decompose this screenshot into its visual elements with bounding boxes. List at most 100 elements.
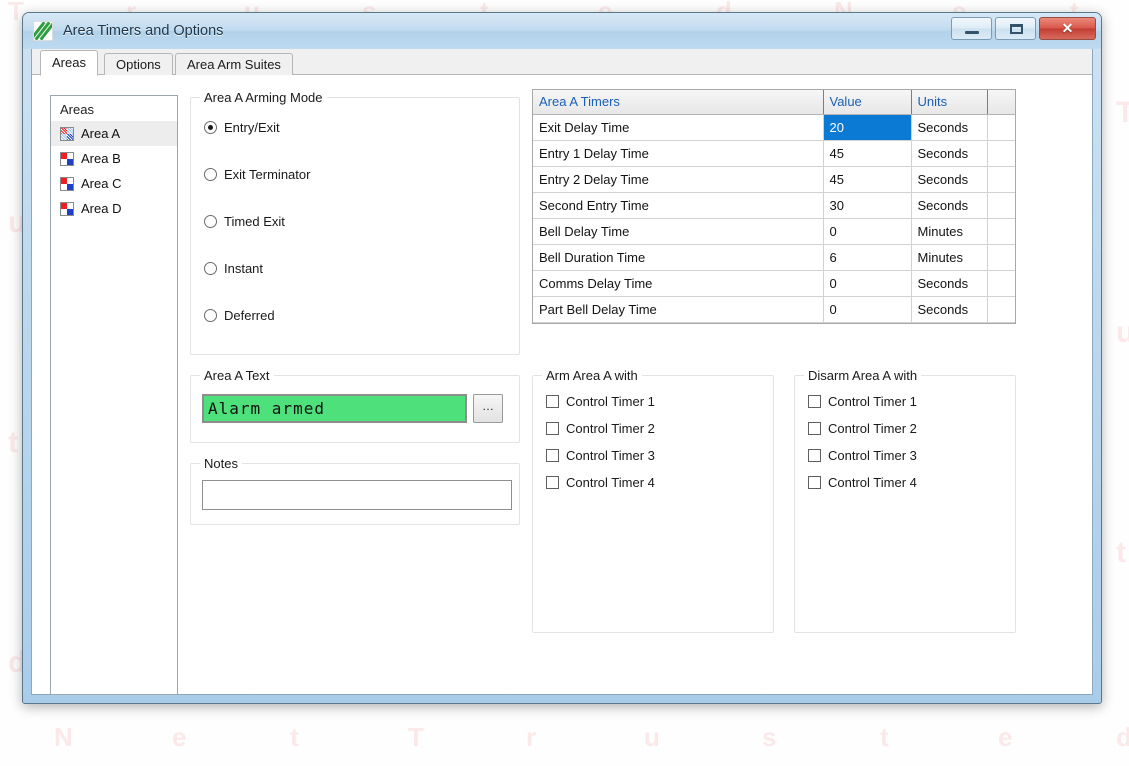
checkbox-label: Control Timer 3 [828, 448, 917, 463]
minimize-icon [965, 31, 979, 34]
table-row[interactable]: Second Entry Time 30 Seconds [533, 192, 1015, 218]
table-row[interactable]: Entry 1 Delay Time 45 Seconds [533, 140, 1015, 166]
radio-button-icon [204, 215, 217, 228]
tab-strip: Areas Options Area Arm Suites [32, 49, 1092, 75]
radio-label: Deferred [224, 308, 275, 323]
checkbox-arm-control-timer-4[interactable]: Control Timer 4 [546, 475, 655, 490]
arm-with-group: Arm Area A with Control Timer 1 Control … [532, 375, 774, 633]
checkbox-disarm-control-timer-3[interactable]: Control Timer 3 [808, 448, 917, 463]
maximize-icon [1010, 24, 1023, 34]
table-row[interactable]: Bell Duration Time 6 Minutes [533, 244, 1015, 270]
radio-entry-exit[interactable]: Entry/Exit [204, 120, 280, 135]
area-text-title: Area A Text [200, 368, 274, 383]
tab-area-arm-suites[interactable]: Area Arm Suites [175, 53, 293, 76]
radio-instant[interactable]: Instant [204, 261, 263, 276]
cell-timer-units: Minutes [911, 244, 987, 270]
table-row[interactable]: Entry 2 Delay Time 45 Seconds [533, 166, 1015, 192]
cell-timer-value[interactable]: 6 [823, 244, 911, 270]
column-header-units[interactable]: Units [911, 90, 987, 114]
radio-button-icon [204, 168, 217, 181]
cell-timer-value[interactable]: 45 [823, 140, 911, 166]
table-row[interactable]: Exit Delay Time 20 Seconds [533, 114, 1015, 140]
close-button[interactable]: ✕ [1039, 17, 1096, 40]
cell-spacer [987, 140, 1015, 166]
checkbox-label: Control Timer 4 [566, 475, 655, 490]
background-watermark: N [54, 722, 75, 753]
tab-page-areas: Areas Area A Area B Area C Area D [32, 75, 1092, 694]
cell-spacer [987, 270, 1015, 296]
list-item-area-c[interactable]: Area C [51, 171, 177, 196]
cell-timer-name: Entry 2 Delay Time [533, 166, 823, 192]
title-bar: Area Timers and Options ✕ [23, 13, 1101, 49]
table-row[interactable]: Bell Delay Time 0 Minutes [533, 218, 1015, 244]
radio-label: Instant [224, 261, 263, 276]
client-area: Areas Options Area Arm Suites Areas Area… [31, 49, 1093, 695]
area-text-input[interactable]: Alarm armed [202, 394, 467, 423]
cell-timer-value[interactable]: 30 [823, 192, 911, 218]
radio-timed-exit[interactable]: Timed Exit [204, 214, 285, 229]
arming-mode-group: Area A Arming Mode Entry/Exit Exit Termi… [190, 97, 520, 355]
checkbox-disarm-control-timer-2[interactable]: Control Timer 2 [808, 421, 917, 436]
radio-exit-terminator[interactable]: Exit Terminator [204, 167, 310, 182]
radio-label: Timed Exit [224, 214, 285, 229]
cell-timer-value[interactable]: 45 [823, 166, 911, 192]
radio-deferred[interactable]: Deferred [204, 308, 275, 323]
background-watermark: u [1116, 316, 1129, 350]
checkbox-label: Control Timer 3 [566, 448, 655, 463]
tab-areas[interactable]: Areas [40, 50, 98, 76]
checkbox-arm-control-timer-3[interactable]: Control Timer 3 [546, 448, 655, 463]
cell-timer-units: Seconds [911, 140, 987, 166]
list-item-label: Area C [81, 176, 121, 191]
disarm-with-title: Disarm Area A with [804, 368, 921, 383]
background-watermark: T [408, 722, 426, 753]
background-watermark: s [762, 722, 778, 753]
radio-button-icon [204, 309, 217, 322]
cell-spacer [987, 218, 1015, 244]
column-header-value[interactable]: Value [823, 90, 911, 114]
table-row[interactable]: Part Bell Delay Time 0 Seconds [533, 296, 1015, 322]
checkbox-icon [808, 395, 821, 408]
timers-grid[interactable]: Area A Timers Value Units Exit Delay Tim… [532, 89, 1016, 324]
list-item-area-b[interactable]: Area B [51, 146, 177, 171]
cell-timer-value[interactable]: 20 [823, 114, 911, 140]
area-text-group: Area A Text Alarm armed … [190, 375, 520, 443]
cell-timer-value[interactable]: 0 [823, 270, 911, 296]
close-icon: ✕ [1040, 18, 1095, 39]
column-header-name[interactable]: Area A Timers [533, 90, 823, 114]
area-text-browse-button[interactable]: … [473, 394, 503, 423]
maximize-button[interactable] [995, 17, 1036, 40]
checkbox-label: Control Timer 4 [828, 475, 917, 490]
checkbox-disarm-control-timer-4[interactable]: Control Timer 4 [808, 475, 917, 490]
list-item-label: Area B [81, 151, 121, 166]
list-item-area-d[interactable]: Area D [51, 196, 177, 221]
checkbox-icon [546, 476, 559, 489]
checkbox-icon [546, 395, 559, 408]
radio-label: Entry/Exit [224, 120, 280, 135]
checkbox-arm-control-timer-2[interactable]: Control Timer 2 [546, 421, 655, 436]
background-watermark: r [526, 722, 538, 753]
checkbox-disarm-control-timer-1[interactable]: Control Timer 1 [808, 394, 917, 409]
minimize-button[interactable] [951, 17, 992, 40]
checkbox-icon [808, 449, 821, 462]
notes-input[interactable] [202, 480, 512, 510]
checkbox-arm-control-timer-1[interactable]: Control Timer 1 [546, 394, 655, 409]
cell-timer-name: Comms Delay Time [533, 270, 823, 296]
cell-spacer [987, 192, 1015, 218]
cell-timer-name: Second Entry Time [533, 192, 823, 218]
cell-timer-name: Part Bell Delay Time [533, 296, 823, 322]
cell-timer-value[interactable]: 0 [823, 296, 911, 322]
list-item-area-a[interactable]: Area A [51, 121, 177, 146]
cell-timer-value[interactable]: 0 [823, 218, 911, 244]
app-logo-icon [33, 21, 53, 41]
table-row[interactable]: Comms Delay Time 0 Seconds [533, 270, 1015, 296]
area-text-field-wrap: Alarm armed … [202, 394, 503, 423]
column-header-spacer [987, 90, 1015, 114]
arming-mode-title: Area A Arming Mode [200, 90, 327, 105]
areas-listbox[interactable]: Areas Area A Area B Area C Area D [50, 95, 178, 695]
cell-timer-units: Seconds [911, 270, 987, 296]
checkbox-label: Control Timer 2 [566, 421, 655, 436]
checkbox-icon [808, 476, 821, 489]
checkbox-label: Control Timer 1 [566, 394, 655, 409]
tab-options[interactable]: Options [104, 53, 173, 76]
area-icon [60, 177, 74, 191]
